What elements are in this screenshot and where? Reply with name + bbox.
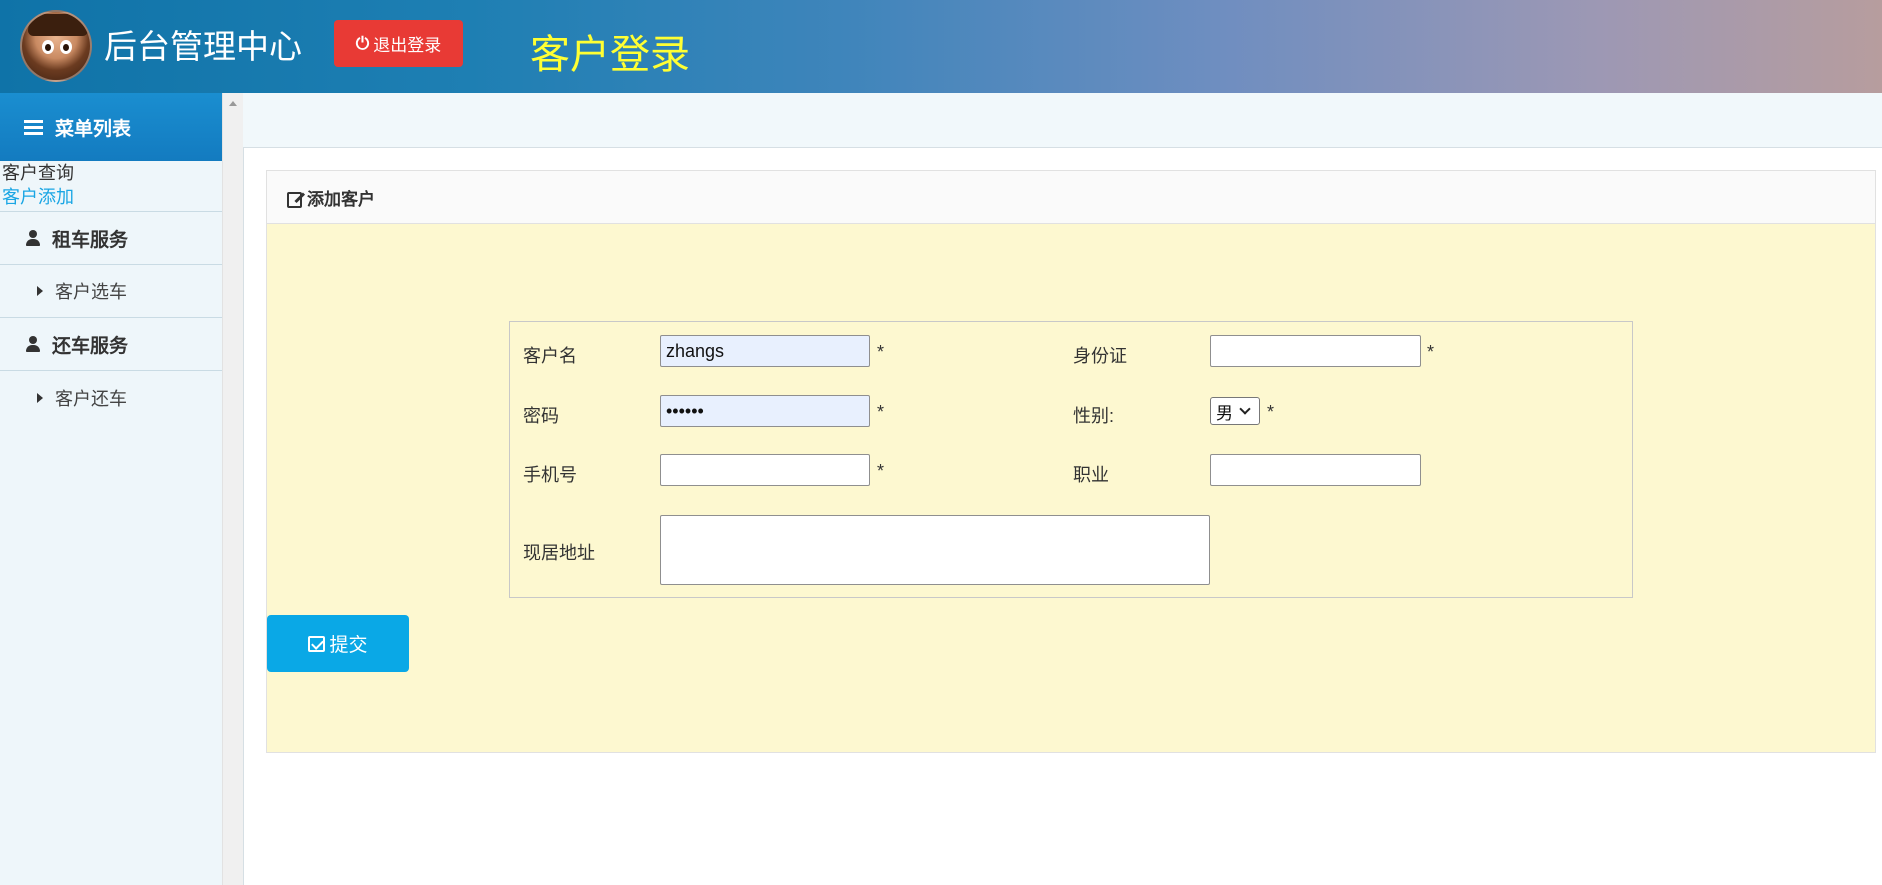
password-label: 密码: [523, 406, 559, 426]
sidebar-item-choose-car[interactable]: 客户选车: [0, 265, 222, 318]
menu-header: 菜单列表: [0, 93, 222, 161]
top-header: 后台管理中心 ⏻ 退出登录 客户登录: [0, 0, 1882, 93]
address-label: 现居地址: [523, 543, 595, 563]
sidebar-link-customer-add[interactable]: 客户添加: [0, 185, 222, 212]
sidebar-group-return[interactable]: 还车服务: [0, 318, 222, 371]
submit-label: 提交: [329, 635, 368, 656]
address-textarea[interactable]: [660, 515, 1210, 585]
job-label: 职业: [1073, 465, 1109, 485]
logout-label: 退出登录: [373, 36, 442, 55]
user-icon: [26, 336, 40, 352]
required-mark: *: [877, 342, 885, 362]
required-mark: *: [1267, 402, 1275, 422]
edit-icon: [287, 190, 303, 208]
customer-form: 客户名 * 密码 * 手机号 * 现居地址 身份证 * 性别: 男 * 职业: [509, 321, 1633, 598]
idcard-input[interactable]: [1210, 335, 1421, 367]
required-mark: *: [877, 402, 885, 422]
checkbox-icon: [308, 635, 326, 652]
gender-selected-value: 男: [1216, 403, 1233, 423]
phone-label: 手机号: [523, 465, 577, 485]
main-content: 添加客户 客户名 * 密码 * 手机号 * 现居地址 身份证 * 性别: 男: [243, 148, 1882, 885]
sidebar: 菜单列表 客户查询 客户添加 租车服务 客户选车 还车服务 客户还车: [0, 93, 222, 885]
page-heading: 客户登录: [530, 33, 690, 77]
required-mark: *: [877, 461, 885, 481]
main-top-bar: [243, 93, 1882, 148]
gender-label: 性别:: [1073, 406, 1115, 426]
chevron-down-icon: [1239, 403, 1251, 415]
sidebar-link-customer-query[interactable]: 客户查询: [0, 161, 222, 185]
sidebar-item-label: 客户选车: [55, 282, 127, 302]
avatar: [20, 10, 92, 82]
username-input[interactable]: [660, 335, 870, 367]
sidebar-item-label: 客户还车: [55, 388, 127, 409]
scroll-up-arrow-icon[interactable]: [229, 101, 237, 106]
panel-header: 添加客户: [267, 171, 1875, 224]
list-icon: [24, 119, 43, 135]
submit-button[interactable]: 提交: [267, 615, 409, 672]
logout-button[interactable]: ⏻ 退出登录: [334, 20, 463, 67]
app-title: 后台管理中心: [104, 28, 302, 65]
power-icon: ⏻: [355, 33, 370, 53]
sidebar-item-return-car[interactable]: 客户还车: [0, 371, 222, 424]
phone-input[interactable]: [660, 454, 870, 486]
caret-right-icon: [37, 286, 43, 296]
add-customer-panel: 添加客户 客户名 * 密码 * 手机号 * 现居地址 身份证 * 性别: 男: [266, 170, 1876, 753]
group-title: 租车服务: [52, 229, 129, 251]
user-icon: [26, 230, 40, 246]
group-title: 还车服务: [52, 335, 129, 357]
gender-select[interactable]: 男: [1210, 397, 1260, 425]
password-input[interactable]: [660, 395, 870, 427]
sidebar-scrollbar[interactable]: [222, 93, 243, 885]
idcard-label: 身份证: [1073, 346, 1127, 366]
job-input[interactable]: [1210, 454, 1421, 486]
menu-title: 菜单列表: [55, 118, 132, 140]
caret-right-icon: [37, 392, 43, 403]
username-label: 客户名: [523, 346, 577, 366]
panel-title: 添加客户: [307, 189, 375, 209]
sidebar-group-rental[interactable]: 租车服务: [0, 212, 222, 265]
required-mark: *: [1427, 342, 1435, 362]
